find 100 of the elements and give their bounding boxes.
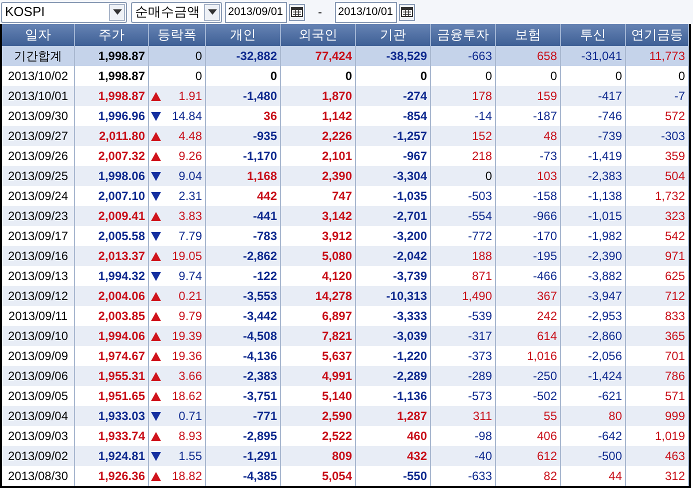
- calendar-button[interactable]: [289, 4, 305, 20]
- date-field[interactable]: 2013/09/01: [225, 2, 287, 22]
- table-cell-text: 178: [472, 88, 492, 105]
- table-cell-text: -621: [598, 388, 622, 405]
- table-cell-text: 2,004.06: [98, 288, 145, 305]
- calendar-button[interactable]: [399, 4, 415, 20]
- date-cell-text: 2013/09/27: [8, 128, 68, 145]
- table-cell-text: -783: [252, 228, 277, 245]
- date-cell-text: 2013/09/23: [8, 208, 68, 225]
- table-cell-text: 5,637: [322, 348, 352, 365]
- table-cell-text: 1,996.96: [98, 108, 145, 125]
- table-cell-text: 1,287: [396, 408, 427, 425]
- table-cell-text: 442: [256, 188, 277, 205]
- date-field[interactable]: 2013/10/01: [335, 2, 397, 22]
- table-cell-text: 19.05: [172, 248, 202, 265]
- table-cell-text: -2,390: [588, 248, 622, 265]
- table-cell-text: 77,424: [315, 48, 352, 65]
- date-cell-text: 2013/09/30: [8, 108, 68, 125]
- table-cell-text: -967: [402, 148, 427, 165]
- table-cell-text: 1,168: [246, 168, 277, 185]
- dropdown[interactable]: KOSPI: [1, 2, 127, 22]
- table-cell-text: -317: [468, 328, 492, 345]
- table-cell-text: -1,257: [392, 128, 427, 145]
- table-cell-text: -3,739: [392, 268, 427, 285]
- table-cell-text: 323: [664, 208, 685, 225]
- table-cell-text: -158: [532, 188, 557, 205]
- date-cell-text: 2013/09/10: [8, 328, 68, 345]
- table-cell-text: 1,998.87: [98, 48, 145, 65]
- table-cell-text: -772: [468, 228, 492, 245]
- table-cell-text: 0: [678, 68, 685, 85]
- date-cell-text: 2013/09/24: [8, 188, 68, 205]
- table-cell-text: -2,289: [392, 368, 427, 385]
- date-cell-text: 2013/09/26: [8, 148, 68, 165]
- table-cell-text: 7,821: [322, 328, 352, 345]
- table-cell-text: -1,170: [242, 148, 277, 165]
- table-cell-text: -4,136: [242, 348, 277, 365]
- table-cell-text: 0: [195, 48, 202, 65]
- caret-icon: [109, 4, 125, 20]
- table-cell-text: 2,390: [322, 168, 352, 185]
- table-cell-text: -2,383: [242, 368, 277, 385]
- table-cell-text: -503: [468, 188, 492, 205]
- table-cell-text: 2,101: [322, 148, 352, 165]
- table-cell-text: -73: [540, 148, 557, 165]
- table-cell-text: 4,991: [322, 368, 352, 385]
- table-cell-text: 5,080: [322, 248, 352, 265]
- table-cell-text: -854: [402, 108, 427, 125]
- table-cell-text: 1,732: [654, 188, 685, 205]
- table-cell-text: 311: [472, 408, 492, 425]
- table-cell-text: 0: [195, 68, 202, 85]
- table-cell-text: 55: [544, 408, 557, 425]
- table-cell-text: -935: [252, 128, 277, 145]
- table-cell-text: 188: [472, 248, 492, 265]
- table-cell-text: 701: [664, 348, 685, 365]
- table-cell-text: -14: [474, 108, 492, 125]
- date-cell-text: 2013/09/09: [8, 348, 68, 365]
- table-cell-text: 3,912: [322, 228, 352, 245]
- table-cell-text: 44: [608, 468, 622, 485]
- table-cell-text: -3,442: [242, 308, 277, 325]
- table-cell-text: -1,220: [392, 348, 427, 365]
- table-cell-text: -7: [674, 88, 685, 105]
- table-cell-text: 1,951.65: [98, 388, 145, 405]
- table-cell-text: -642: [598, 428, 622, 445]
- table-cell-text: 3.83: [178, 208, 202, 225]
- table-cell-text: 9.04: [178, 168, 202, 185]
- table-cell-text: -2,860: [588, 328, 622, 345]
- table-cell-text: 871: [472, 268, 492, 285]
- dropdown[interactable]: 순매수금액: [131, 2, 222, 22]
- table-cell-text: -32,882: [236, 48, 277, 65]
- table-cell-text: -1,982: [588, 228, 622, 245]
- table-cell-text: 152: [472, 128, 492, 145]
- table-cell-text: 1,933.74: [98, 428, 145, 445]
- table-cell-text: 367: [536, 288, 557, 305]
- table-cell-text: 3,142: [322, 208, 352, 225]
- table-cell-text: 2.31: [178, 188, 202, 205]
- date-cell-text: 2013/10/01: [8, 88, 68, 105]
- table-cell-text: 971: [664, 248, 685, 265]
- date-cell-text: 2013/09/03: [8, 428, 68, 445]
- table-cell-text: -554: [468, 208, 492, 225]
- table-cell-text: 1,994.06: [98, 328, 145, 345]
- table-cell-text: 572: [664, 108, 685, 125]
- table-cell-text: -1,291: [242, 448, 277, 465]
- table-cell-text: 82: [544, 468, 557, 485]
- table-cell-text: -573: [468, 388, 492, 405]
- table-cell-text: 2,003.85: [98, 308, 145, 325]
- table-cell-text: 2,011.80: [98, 128, 145, 145]
- table-cell-text: -122: [252, 268, 277, 285]
- table-cell-text: 0: [485, 68, 492, 85]
- table-cell-text: -1,136: [392, 388, 427, 405]
- table-cell-text: 0: [485, 168, 492, 185]
- table-cell-text: 432: [406, 448, 427, 465]
- table-cell-text: 312: [664, 468, 685, 485]
- table-cell-text: 0: [550, 68, 557, 85]
- table-cell-text: 406: [536, 428, 557, 445]
- table-cell-text: -2,383: [588, 168, 622, 185]
- table-cell-text: 1,924.81: [98, 448, 145, 465]
- table-cell-text: 2,013.37: [98, 248, 145, 265]
- table-cell-text: 14.84: [172, 108, 202, 125]
- table-cell-text: -250: [532, 368, 557, 385]
- table-cell-text: 0.21: [178, 288, 202, 305]
- table-cell-text: 48: [544, 128, 557, 145]
